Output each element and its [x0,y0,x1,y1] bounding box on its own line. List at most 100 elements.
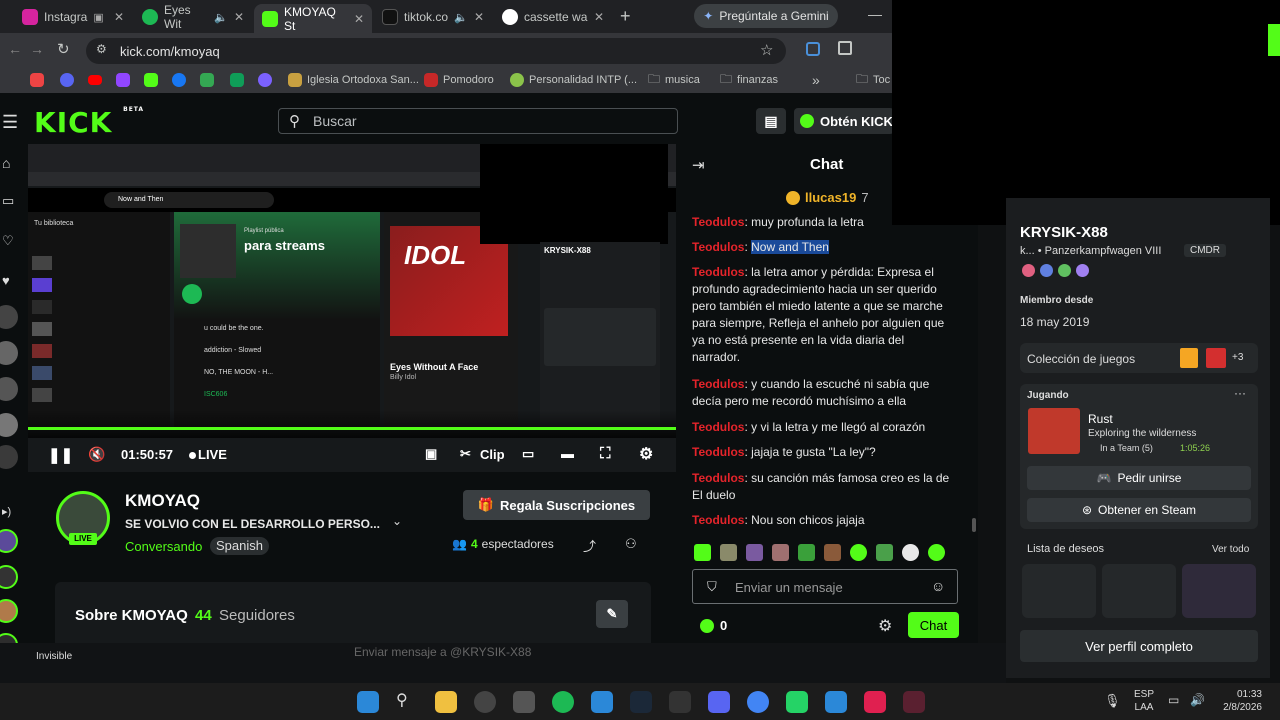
following-icon[interactable]: ♥ [2,273,10,288]
site-info-icon[interactable]: ⚙ [96,42,107,56]
dm-input[interactable]: Enviar mensaje a @KRYSIK-X88 [354,645,531,659]
gift-subs-button[interactable]: 🎁 Regala Suscripciones [463,490,650,520]
kick-points-icon[interactable] [700,619,714,633]
windows-start-icon[interactable] [357,691,379,713]
settings-icon[interactable]: ⚙ [639,444,653,464]
discord-icon[interactable] [60,73,74,87]
library-button[interactable]: ▤ [756,108,786,134]
badge-icon[interactable] [1058,264,1071,277]
store-icon[interactable] [591,691,613,713]
chat-username[interactable]: Teodulos [692,240,744,254]
chat-username[interactable]: Teodulos [692,445,744,459]
gemini-button[interactable]: ✦ Pregúntale a Gemini [694,4,838,28]
forward-icon[interactable]: → [30,41,44,57]
snipping-icon[interactable] [513,691,535,713]
chat-input[interactable]: ⛉ Enviar un mensaje ☺ [692,569,958,604]
url-bar[interactable]: ⚙ kick.com/kmoyaq ☆ [86,38,786,64]
heart-icon[interactable]: ♡ [2,233,14,249]
edit-button[interactable]: ✎ [596,600,628,628]
emote-icon[interactable] [720,544,737,561]
search-input[interactable]: ⚲ Buscar [278,108,678,134]
chat-send-button[interactable]: Chat [908,612,959,638]
badge-icon[interactable] [1022,264,1035,277]
bookmark-folder-musica[interactable]: 🗀 musica [648,71,700,89]
microphone-icon[interactable]: 🎙 [1104,693,1121,709]
emote-icon[interactable] [746,544,763,561]
youtube-icon[interactable] [88,75,102,85]
tiktok-icon[interactable] [864,691,886,713]
twitch-icon[interactable] [116,73,130,87]
progress-bar[interactable] [28,427,676,430]
bookmark-intp[interactable]: Personalidad INTP (... [510,71,637,89]
chat-username[interactable]: Teodulos [692,471,744,485]
minimize-button[interactable]: — [868,6,882,22]
close-icon[interactable]: ✕ [114,10,124,24]
kick-icon[interactable] [144,73,158,87]
obs-icon[interactable] [903,691,925,713]
extension-icon[interactable] [806,42,820,56]
emoji-icon[interactable]: ☺ [931,578,945,594]
app-icon[interactable] [474,691,496,713]
collapse-chat-icon[interactable]: ⇥ [692,156,705,174]
live-label[interactable]: LIVE [198,447,227,462]
file-explorer-icon[interactable] [435,691,457,713]
emote-icon[interactable] [850,544,867,561]
clip-icon[interactable]: ✂ [460,446,471,462]
menu-icon[interactable]: ☰ [2,112,18,133]
emote-icon[interactable] [902,544,919,561]
share-icon[interactable]: ⤴ [583,536,596,555]
close-icon[interactable]: ✕ [234,10,244,24]
chat-username[interactable]: Teodulos [692,420,744,434]
avatar[interactable] [0,305,18,329]
see-all-link[interactable]: Ver todo [1212,544,1249,555]
badge-icon[interactable] [1040,264,1053,277]
bookmark-star-icon[interactable]: ☆ [760,41,773,59]
chat-settings-icon[interactable]: ⚙ [878,616,892,636]
pinned-gifter[interactable]: llucas19 7 [786,190,869,205]
puzzle-icon[interactable] [838,41,852,55]
avatar[interactable] [0,599,18,623]
epic-icon[interactable] [669,691,691,713]
language-indicator[interactable]: ESP LAA [1134,688,1154,714]
search-icon[interactable]: ⚲ [396,690,408,710]
avatar[interactable] [0,413,18,437]
rust-icon[interactable] [1028,408,1080,454]
chat-username[interactable]: Teodulos [692,513,744,527]
bookmark-folder-finanzas[interactable]: 🗀 finanzas [720,71,778,89]
app-icon[interactable] [825,691,847,713]
bookmark-pomodoro[interactable]: Pomodoro [424,71,494,89]
bookmark-iglesia[interactable]: Iglesia Ortodoxa San... [288,71,419,89]
full-profile-button[interactable]: Ver perfil completo [1020,630,1258,662]
join-button[interactable]: 🎮 Pedir unirse [1027,466,1251,490]
tab-instagram[interactable]: Instagra ▣ ✕ [14,4,132,30]
wishlist-item[interactable] [1022,564,1096,618]
facebook-icon[interactable] [172,73,186,87]
get-on-steam-button[interactable]: ⊛ Obtener en Steam [1027,498,1251,522]
close-icon[interactable]: ✕ [474,10,484,24]
steam-icon[interactable] [630,691,652,713]
tab-kick[interactable]: KMOYAQ St ✕ [254,4,372,33]
chat-scrollbar[interactable] [972,518,976,532]
volume-icon[interactable]: 🔊 [1190,693,1205,707]
drive-icon[interactable] [200,73,214,87]
language-tag[interactable]: Spanish [210,537,269,555]
emote-icon[interactable] [824,544,841,561]
stream-category[interactable]: Conversando [125,539,202,554]
pause-icon[interactable]: ❚❚ [48,446,73,464]
theater-icon[interactable]: ▬ [561,446,574,461]
emote-icon[interactable] [876,544,893,561]
avatar[interactable] [0,529,18,553]
more-icon[interactable]: ··· [1234,386,1246,400]
chat-username[interactable]: Teodulos [692,377,744,391]
spotify-icon[interactable] [552,691,574,713]
tab-google[interactable]: cassette wa ✕ [494,4,612,30]
whatsapp-icon[interactable] [786,691,808,713]
avatar[interactable] [0,445,18,469]
browse-icon[interactable]: ▭ [2,193,14,209]
new-tab-button[interactable]: + [620,6,631,27]
discord-icon[interactable] [708,691,730,713]
close-icon[interactable]: ✕ [594,10,604,24]
bookmark-icon[interactable] [30,73,44,87]
chat-username[interactable]: Teodulos [692,265,744,279]
badge-icon[interactable] [1076,264,1089,277]
